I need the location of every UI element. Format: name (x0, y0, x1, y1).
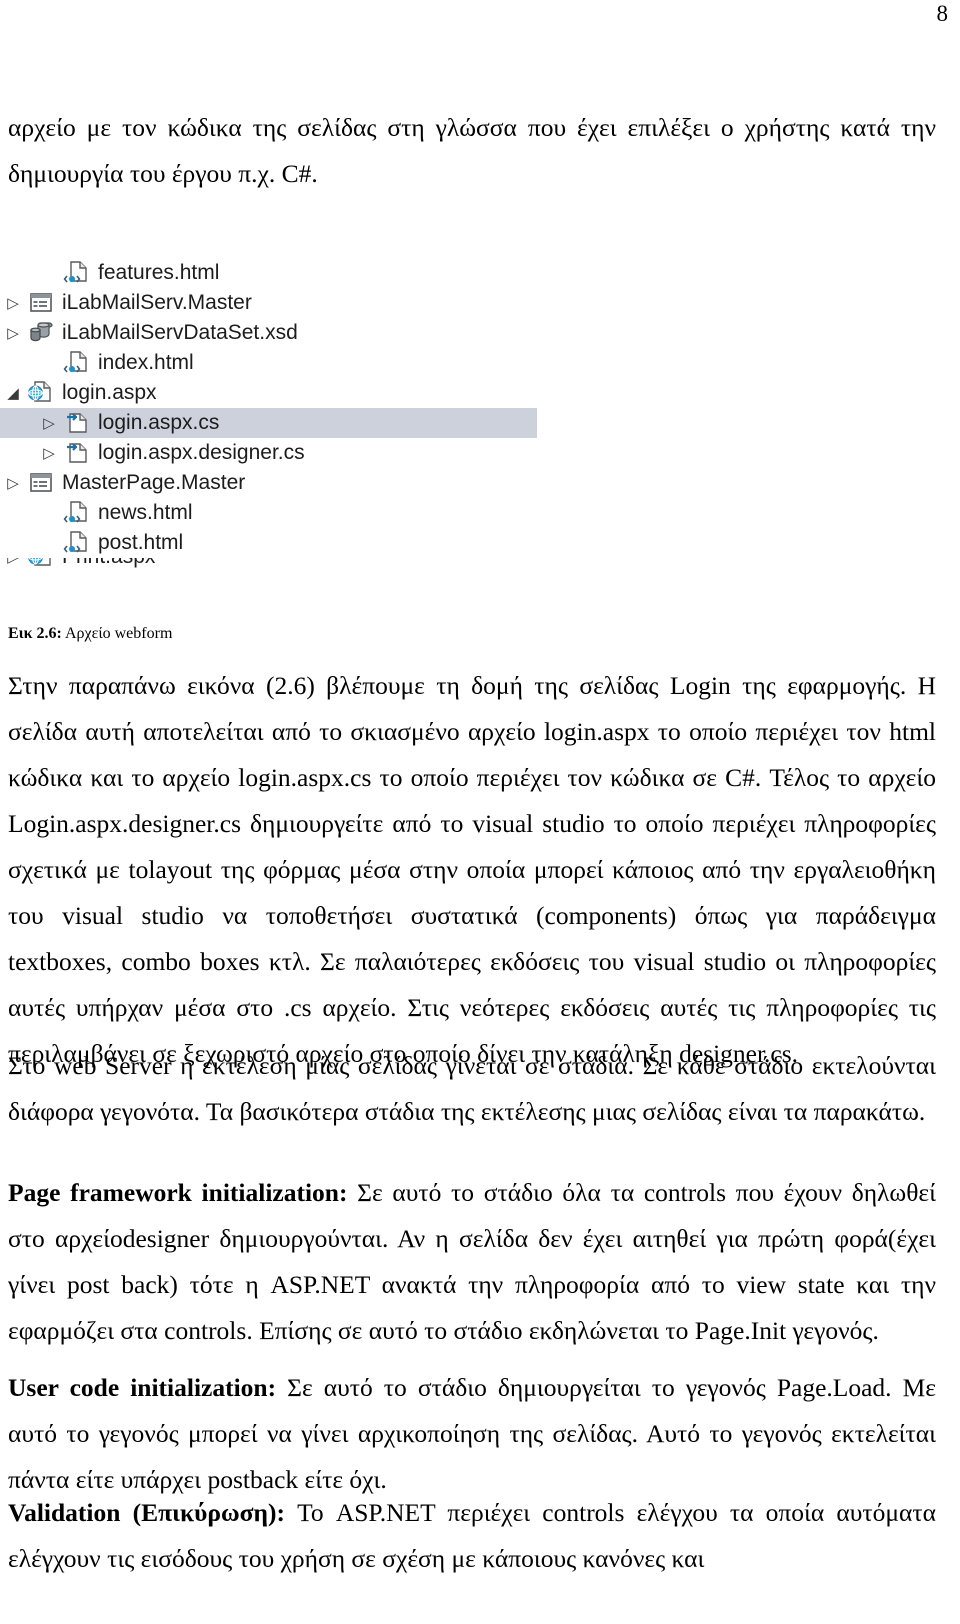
tree-item-label: login.aspx.cs (98, 411, 220, 434)
tree-item-label: post.html (98, 531, 184, 554)
stage-validation-block: Validation (Επικύρωση): Το ASP.NET περιέ… (8, 1490, 936, 1582)
tree-row[interactable]: ◢ login.aspx (0, 378, 560, 408)
chevron-right-icon[interactable]: ▷ (36, 416, 62, 431)
tree-row[interactable]: ▷ MasterPage.Master (0, 468, 560, 498)
page-number: 8 (936, 1, 949, 26)
tree-row[interactable]: ▷ iLabMailServ.Master (0, 288, 560, 318)
chevron-right-icon[interactable]: ▷ (36, 446, 62, 461)
stage1-label: Page framework initialization: (8, 1178, 348, 1207)
figure-caption-text: Αρχείο webform (61, 625, 173, 642)
tree-row[interactable]: index.html (0, 348, 560, 378)
intro-paragraph-block: αρχείο με τον κώδικα της σελίδας στη γλώ… (8, 105, 936, 197)
stages-intro-paragraph-block: Στο web Server η εκτέλεση μίας σελίδας γ… (8, 1043, 936, 1135)
tree-item-label: iLabMailServ.Master (62, 291, 252, 314)
chevron-right-icon[interactable]: ▷ (0, 476, 26, 491)
csharp-file-icon (62, 410, 92, 436)
master-page-icon (26, 470, 56, 496)
tree-item-label: iLabMailServDataSet.xsd (62, 321, 298, 344)
tree-row[interactable]: features.html (0, 258, 560, 288)
stage3-label: Validation (Επικύρωση): (8, 1498, 285, 1527)
tree-row[interactable]: ▷ login.aspx.cs (0, 408, 537, 438)
intro-paragraph: αρχείο με τον κώδικα της σελίδας στη γλώ… (8, 113, 936, 188)
dataset-icon (26, 320, 56, 346)
tree-item-label: login.aspx (62, 381, 157, 404)
stages-intro-paragraph: Στο web Server η εκτέλεση μίας σελίδας γ… (8, 1051, 936, 1126)
file-tree[interactable]: features.html ▷ iLabMailServ.Master ▷ iLabMa… (0, 258, 560, 572)
tree-row[interactable]: news.html (0, 498, 560, 528)
html-file-icon (62, 260, 92, 286)
html-file-icon (62, 530, 92, 556)
tree-item-label: news.html (98, 501, 193, 524)
chevron-right-icon[interactable]: ▷ (0, 326, 26, 341)
tree-row[interactable]: ▷ login.aspx.designer.cs (0, 438, 560, 468)
figure-caption-label: Εικ 2.6: (8, 625, 62, 642)
tree-item-label: features.html (98, 261, 220, 284)
tree-row[interactable]: ▷ iLabMailServDataSet.xsd (0, 318, 560, 348)
figure-caption: Εικ 2.6: Αρχείο webform (8, 623, 172, 645)
chevron-right-icon[interactable]: ▷ (0, 558, 26, 565)
stage-page-framework-initialization: Page framework initialization: Σε αυτό τ… (8, 1170, 936, 1354)
html-file-icon (62, 500, 92, 526)
tree-item-label: MasterPage.Master (62, 471, 246, 494)
after-figure-paragraph-block: Στην παραπάνω εικόνα (2.6) βλέπουμε τη δ… (8, 663, 936, 1077)
stage-validation: Validation (Επικύρωση): Το ASP.NET περιέ… (8, 1490, 936, 1582)
csharp-file-icon (62, 440, 92, 466)
aspx-web-form-icon (26, 380, 56, 406)
html-file-icon (62, 350, 92, 376)
chevron-down-icon[interactable]: ◢ (0, 386, 26, 401)
master-page-icon (26, 290, 56, 316)
stage-page-framework-initialization-block: Page framework initialization: Σε αυτό τ… (8, 1170, 936, 1354)
stage-user-code-initialization-block: User code initialization: Σε αυτό το στά… (8, 1365, 936, 1503)
after-figure-paragraph: Στην παραπάνω εικόνα (2.6) βλέπουμε τη δ… (8, 671, 936, 1068)
stage-user-code-initialization: User code initialization: Σε αυτό το στά… (8, 1365, 936, 1503)
stage2-label: User code initialization: (8, 1373, 277, 1402)
tree-item-label: Print.aspx (62, 558, 155, 569)
aspx-web-form-icon (26, 558, 56, 570)
tree-row[interactable]: post.html (0, 528, 560, 558)
tree-row[interactable]: ▷ Print.aspx (0, 558, 560, 572)
tree-item-label: index.html (98, 351, 194, 374)
tree-item-label: login.aspx.designer.cs (98, 441, 305, 464)
solution-explorer-screenshot: features.html ▷ iLabMailServ.Master ▷ iLabMa… (0, 258, 560, 610)
chevron-right-icon[interactable]: ▷ (0, 296, 26, 311)
